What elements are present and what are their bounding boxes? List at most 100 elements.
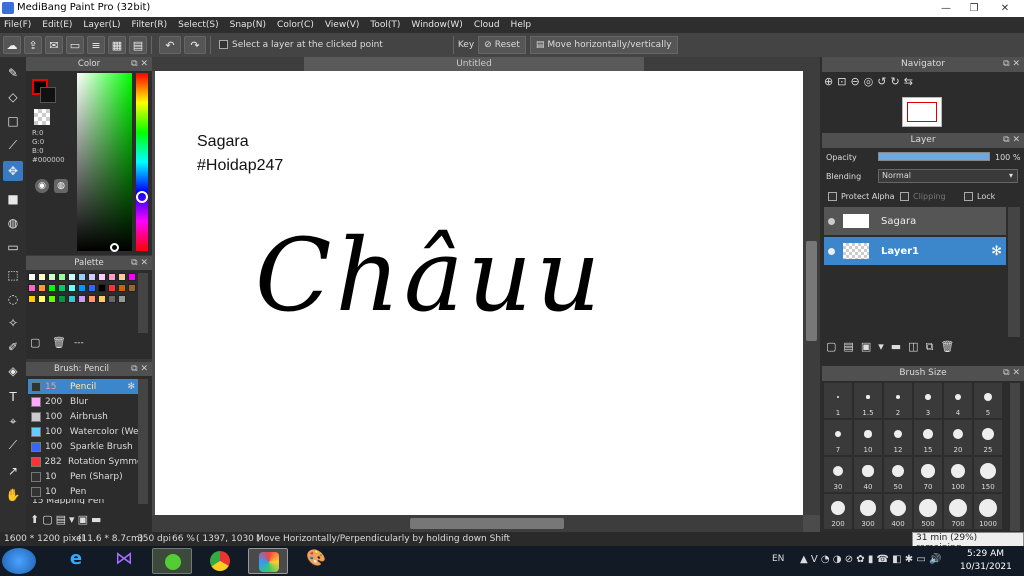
brush-size-cell[interactable]: 50 xyxy=(884,457,912,492)
delete-layer-icon[interactable]: 🗑 xyxy=(940,340,954,358)
panel-close-icon[interactable]: ⧉ ✕ xyxy=(1003,57,1020,72)
opacity-slider[interactable] xyxy=(878,152,990,161)
layer-row-layer1[interactable]: Layer1 ✻ xyxy=(824,237,1006,265)
text-tool-icon[interactable]: T xyxy=(3,387,23,407)
brush-size-cell[interactable]: 500 xyxy=(914,494,942,529)
palette-swatch[interactable] xyxy=(68,284,76,292)
new-file-icon[interactable]: ▭ xyxy=(66,36,84,54)
checkbox-icon[interactable] xyxy=(964,192,973,201)
menu-layer[interactable]: Layer(L) xyxy=(83,20,120,30)
panel-close-icon[interactable]: ⧉ ✕ xyxy=(1003,133,1020,148)
select-pen-icon[interactable]: ✐ xyxy=(3,337,23,357)
saturation-value-picker[interactable] xyxy=(77,73,132,251)
visibility-icon[interactable] xyxy=(828,217,835,225)
gear-icon[interactable]: ✻ xyxy=(991,244,1002,259)
brush-item[interactable]: 10 Pen xyxy=(28,484,138,499)
palette-swatch[interactable] xyxy=(38,284,46,292)
brush-size-scrollbar[interactable] xyxy=(1010,383,1020,531)
palette-swatch[interactable] xyxy=(108,273,116,281)
brush-size-cell[interactable]: 40 xyxy=(854,457,882,492)
palette-swatch[interactable] xyxy=(98,273,106,281)
menu-view[interactable]: View(V) xyxy=(325,20,360,30)
palette-swatch[interactable] xyxy=(48,295,56,303)
reset-zoom-icon[interactable]: ◎ xyxy=(864,75,874,93)
menu-window[interactable]: Window(W) xyxy=(411,20,462,30)
panel-close-icon[interactable]: ⧉ ✕ xyxy=(131,57,148,71)
zoom-out-icon[interactable]: ⊖ xyxy=(850,75,859,93)
paint-icon[interactable]: 🎨 xyxy=(296,548,336,574)
palette-swatch[interactable] xyxy=(28,284,36,292)
panel-close-icon[interactable]: ⧉ ✕ xyxy=(131,362,148,376)
grid-icon[interactable]: ▦ xyxy=(108,36,126,54)
redo-icon[interactable]: ↷ xyxy=(184,36,206,54)
brush-settings-icon[interactable]: ▤ xyxy=(56,513,66,526)
brush-size-cell[interactable]: 150 xyxy=(974,457,1002,492)
palette-swatch[interactable] xyxy=(58,295,66,303)
brush-size-cell[interactable]: 300 xyxy=(854,494,882,529)
divide-tool-icon[interactable]: ⌖ xyxy=(3,411,23,431)
visibility-icon[interactable] xyxy=(828,247,835,255)
palette-swatch[interactable] xyxy=(78,295,86,303)
visual-studio-icon[interactable]: ⋈ xyxy=(104,548,144,574)
add-layer-dropdown-icon[interactable]: ▾ xyxy=(878,340,884,358)
comment-icon[interactable]: ✉ xyxy=(45,36,63,54)
menu-tool[interactable]: Tool(T) xyxy=(370,20,400,30)
gear-icon[interactable]: ✻ xyxy=(127,382,135,392)
brush-item[interactable]: 10 Pen (Sharp) xyxy=(28,469,138,484)
select-layer-checkbox[interactable]: Select a layer at the clicked point xyxy=(219,40,383,50)
palette-scrollbar[interactable] xyxy=(138,273,148,333)
move-tool-icon[interactable]: ✥ xyxy=(3,161,23,181)
palette-swatch[interactable] xyxy=(128,284,136,292)
color-settings-icon[interactable]: ◍ xyxy=(54,179,68,193)
palette-swatch[interactable] xyxy=(88,284,96,292)
brush-size-cell[interactable]: 2 xyxy=(884,383,912,418)
move-hv-button[interactable]: ▤ Move horizontally/vertically xyxy=(529,36,678,54)
palette-swatch[interactable] xyxy=(98,295,106,303)
merge-icon[interactable]: ◫ xyxy=(908,340,918,358)
menu-select[interactable]: Select(S) xyxy=(178,20,219,30)
background-color-swatch[interactable] xyxy=(40,87,56,103)
reset-button[interactable]: ⊘ Reset xyxy=(478,36,526,54)
brush-size-cell[interactable]: 1.5 xyxy=(854,383,882,418)
brush-item[interactable]: 15 Pencil ✻ xyxy=(28,379,138,394)
panel-close-icon[interactable]: ⧉ ✕ xyxy=(1003,366,1020,381)
select-eraser-icon[interactable]: ◈ xyxy=(3,361,23,381)
protect-alpha-checkbox[interactable]: Protect Alpha xyxy=(828,192,895,201)
gradient-tool-icon[interactable]: ▭ xyxy=(3,237,23,257)
hue-slider[interactable] xyxy=(136,73,148,251)
layer-row-sagara[interactable]: Sagara xyxy=(824,207,1006,235)
brush-size-cell[interactable]: 100 xyxy=(944,457,972,492)
vertical-scrollbar[interactable] xyxy=(803,71,820,515)
clipping-checkbox[interactable]: Clipping xyxy=(900,192,946,201)
brush-size-cell[interactable]: 1000 xyxy=(974,494,1002,529)
brush-size-cell[interactable]: 70 xyxy=(914,457,942,492)
brush-size-cell[interactable]: 20 xyxy=(944,420,972,455)
document-icon[interactable]: ≡ xyxy=(87,36,105,54)
close-button[interactable]: ✕ xyxy=(988,0,1022,17)
bucket-tool-icon[interactable]: ◍ xyxy=(3,213,23,233)
palette-swatch[interactable] xyxy=(28,273,36,281)
rotate-right-icon[interactable]: ↻ xyxy=(890,75,899,93)
document-tab[interactable]: Untitled xyxy=(304,57,644,71)
palette-swatch[interactable] xyxy=(68,295,76,303)
copy-brush-icon[interactable]: ▣ xyxy=(78,513,88,526)
menu-filter[interactable]: Filter(R) xyxy=(132,20,168,30)
rotate-left-icon[interactable]: ↺ xyxy=(877,75,886,93)
palette-more[interactable]: --- xyxy=(74,338,84,348)
lock-checkbox[interactable]: Lock xyxy=(964,192,995,201)
palette-swatch[interactable] xyxy=(118,273,126,281)
brush-size-cell[interactable]: 5 xyxy=(974,383,1002,418)
brush-size-cell[interactable]: 7 xyxy=(824,420,852,455)
palette-swatch[interactable] xyxy=(58,273,66,281)
pen-tool-icon[interactable]: ⟋ xyxy=(3,135,23,155)
palette-swatch[interactable] xyxy=(48,284,56,292)
horizontal-scroll-thumb[interactable] xyxy=(410,518,564,529)
palette-swatch[interactable] xyxy=(98,284,106,292)
copy-layer-icon[interactable]: ▤ xyxy=(843,340,853,358)
brush-size-cell[interactable]: 4 xyxy=(944,383,972,418)
palette-swatch[interactable] xyxy=(38,295,46,303)
navigator-thumbnail[interactable] xyxy=(902,97,942,127)
fit-icon[interactable]: ⊡ xyxy=(837,75,846,93)
hand-tool-icon[interactable]: ✋ xyxy=(3,485,23,505)
menu-color[interactable]: Color(C) xyxy=(277,20,314,30)
